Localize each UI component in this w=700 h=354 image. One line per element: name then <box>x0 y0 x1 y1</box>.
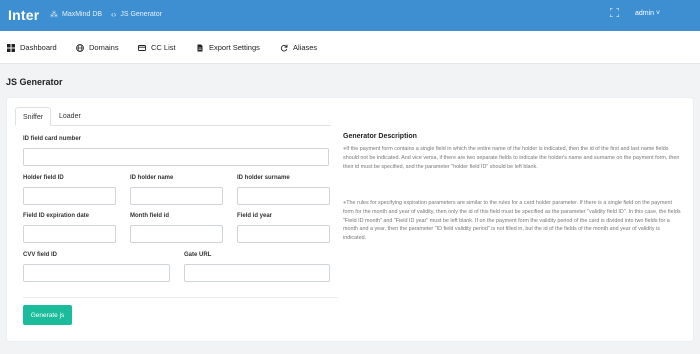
holder-field-id-input[interactable] <box>23 187 116 205</box>
generator-card: Sniffer Loader ID field card number Hold… <box>7 98 693 341</box>
breadcrumb-label: MaxMind DB <box>62 11 103 18</box>
id-card-number-label: ID field card number <box>23 136 82 142</box>
nav-label: Dashboard <box>20 43 57 52</box>
description-text: If the payment form contains a single fi… <box>343 146 680 170</box>
nav-label: Export Settings <box>209 43 260 52</box>
main-nav: Dashboard Domains CC List Export Setting… <box>0 31 700 64</box>
gate-url-input[interactable] <box>184 264 330 282</box>
fullscreen-icon[interactable] <box>610 8 619 17</box>
dashboard-icon <box>7 43 15 52</box>
description-title: Generator Description <box>343 133 417 140</box>
breadcrumb-label: JS Generator <box>120 11 162 18</box>
description-paragraph-2: ●The rules for specifying expiration par… <box>343 199 683 243</box>
cvv-field-id-label: CVV field ID <box>23 252 58 258</box>
field-id-year-label: Field id year <box>237 213 273 219</box>
month-field-id-input[interactable] <box>130 225 223 243</box>
generate-js-button[interactable]: Generate js <box>23 305 72 325</box>
id-holder-surname-input[interactable] <box>237 187 330 205</box>
page-title: JS Generator <box>6 77 63 87</box>
nav-item-cc-list[interactable]: CC List <box>138 43 176 52</box>
database-icon: ⁂ <box>50 10 58 19</box>
globe-icon <box>76 43 84 52</box>
field-id-year-input[interactable] <box>237 225 330 243</box>
holder-field-id-label: Holder field ID <box>23 175 64 181</box>
expiration-date-input[interactable] <box>23 225 116 243</box>
id-holder-name-input[interactable] <box>130 187 223 205</box>
credit-card-icon <box>138 44 146 51</box>
form-divider <box>23 297 338 298</box>
nav-label: Aliases <box>293 43 318 52</box>
cvv-field-id-input[interactable] <box>23 264 170 282</box>
nav-label: CC List <box>151 43 176 52</box>
top-bar: Inter ⁂ MaxMind DB ‹› JS Generator admin… <box>0 0 700 31</box>
tab-sniffer[interactable]: Sniffer <box>15 107 52 126</box>
nav-item-dashboard[interactable]: Dashboard <box>7 43 57 52</box>
file-icon <box>197 44 203 51</box>
breadcrumb-item-maxmind[interactable]: ⁂ MaxMind DB <box>50 10 102 19</box>
code-icon: ‹› <box>111 10 117 19</box>
nav-item-aliases[interactable]: Aliases <box>280 43 317 52</box>
month-field-id-label: Month field id <box>130 213 169 219</box>
tab-bar: Sniffer Loader <box>15 107 331 126</box>
nav-label: Domains <box>89 43 119 52</box>
description-paragraph-1: ●If the payment form contains a single f… <box>343 145 683 171</box>
nav-item-export-settings[interactable]: Export Settings <box>196 43 260 52</box>
refresh-icon <box>280 44 288 51</box>
gate-url-label: Gate URL <box>184 252 212 258</box>
expiration-date-label: Field ID expiration date <box>23 213 90 219</box>
breadcrumb-item-js-generator[interactable]: ‹› JS Generator <box>111 10 162 19</box>
id-holder-name-label: ID holder name <box>130 175 174 181</box>
tab-loader[interactable]: Loader <box>52 107 88 126</box>
id-card-number-input[interactable] <box>23 148 329 166</box>
description-text: The rules for specifying expiration para… <box>343 200 681 242</box>
id-holder-surname-label: ID holder surname <box>237 175 290 181</box>
brand-logo[interactable]: Inter <box>8 7 39 23</box>
nav-item-domains[interactable]: Domains <box>76 43 119 52</box>
user-menu[interactable]: admin ˅ <box>635 10 660 17</box>
